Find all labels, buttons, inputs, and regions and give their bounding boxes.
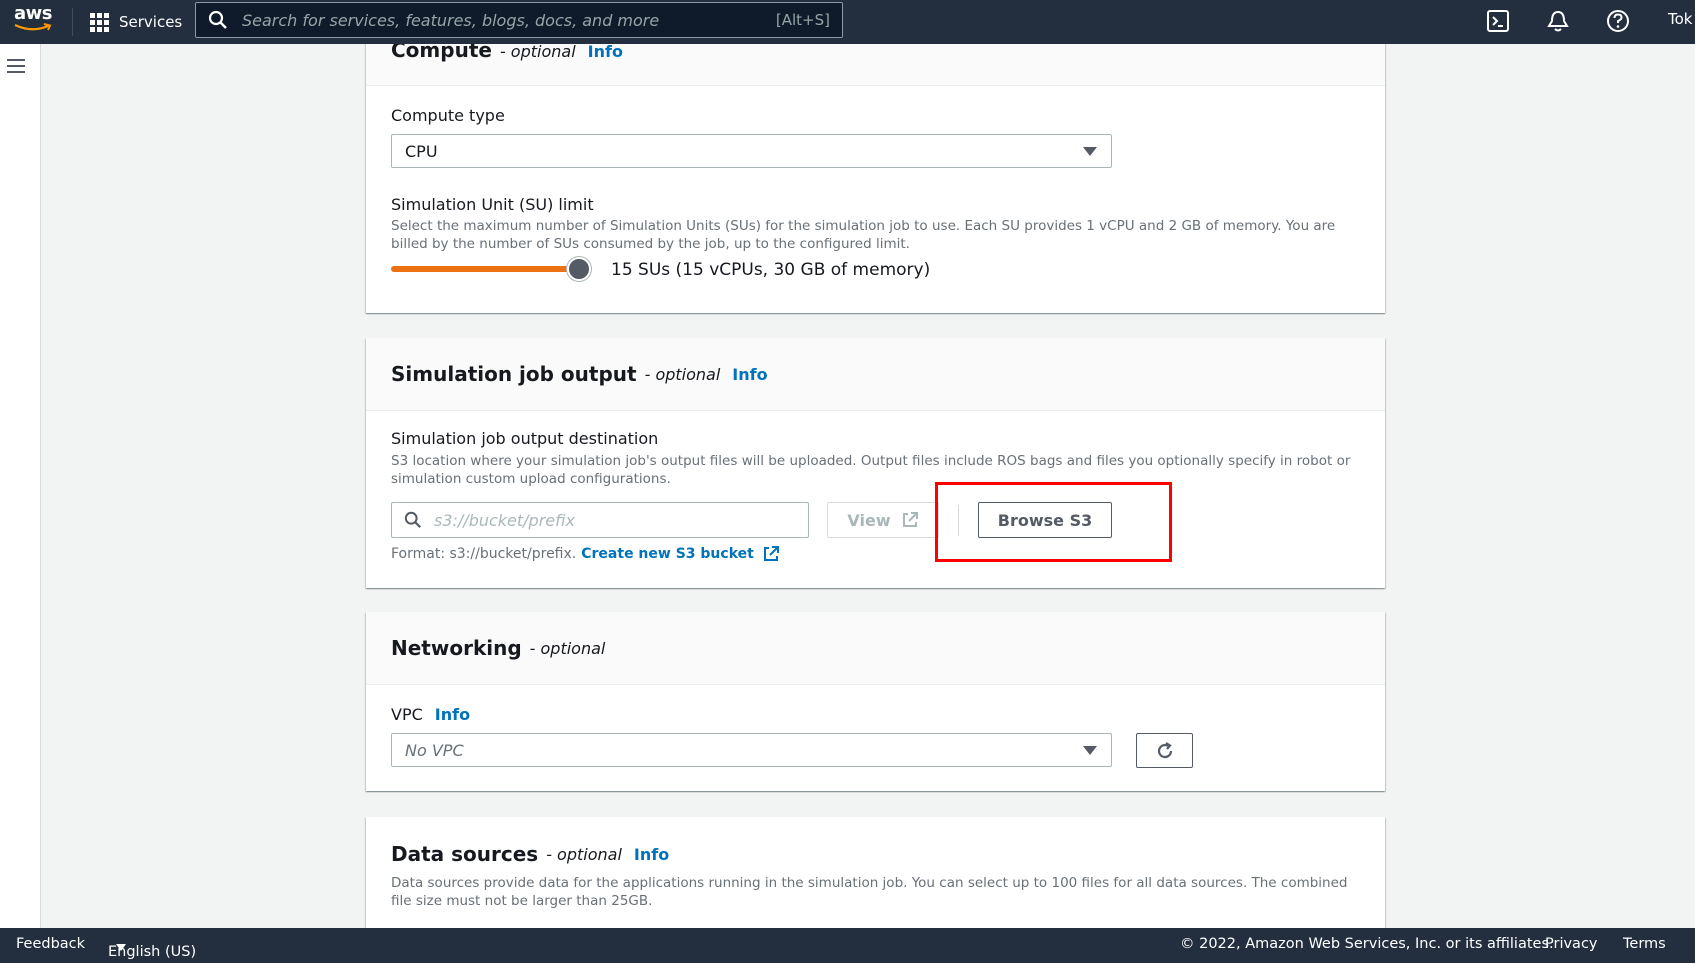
format-hint: Format: s3://bucket/prefix. Create new S… <box>391 545 780 563</box>
su-limit-value: 15 SUs (15 vCPUs, 30 GB of memory) <box>611 260 931 280</box>
global-search-input[interactable]: Search for services, features, blogs, do… <box>195 2 843 38</box>
search-placeholder: Search for services, features, blogs, do… <box>242 10 660 30</box>
search-icon <box>208 10 227 29</box>
compute-container: Compute - optional Info Compute type CPU… <box>366 36 1385 313</box>
nav-divider <box>72 8 73 36</box>
services-label: Services <box>119 13 183 31</box>
caret-down-icon <box>1083 146 1097 156</box>
menu-icon[interactable] <box>7 59 25 73</box>
create-s3-bucket-link[interactable]: Create new S3 bucket <box>581 546 754 562</box>
compute-optional: - optional <box>499 42 576 61</box>
terms-link[interactable]: Terms <box>1623 936 1666 952</box>
data-sources-container: Data sources - optional Info Data source… <box>366 817 1385 928</box>
output-destination-label: Simulation job output destination <box>391 429 659 448</box>
refresh-vpc-button[interactable] <box>1136 733 1193 768</box>
vpc-info-link[interactable]: Info <box>435 705 470 724</box>
output-header: Simulation job output - optional Info <box>366 338 1385 411</box>
compute-type-value: CPU <box>405 141 438 161</box>
data-sources-header: Data sources - optional Info <box>391 842 669 866</box>
footer: Feedback English (US) © 2022, Amazon Web… <box>0 928 1695 963</box>
data-sources-optional: - optional <box>546 844 622 864</box>
refresh-icon <box>1157 741 1172 758</box>
networking-title: Networking <box>391 636 522 660</box>
aws-logo[interactable]: aws <box>14 5 54 35</box>
services-menu-button[interactable]: Services <box>90 9 182 35</box>
networking-header: Networking - optional <box>366 612 1385 685</box>
su-limit-label: Simulation Unit (SU) limit <box>391 195 594 214</box>
region-selector[interactable]: Tok <box>1668 10 1692 28</box>
search-shortcut: [Alt+S] <box>775 11 830 29</box>
networking-optional: - optional <box>529 638 606 658</box>
vpc-select[interactable]: No VPC <box>391 733 1112 767</box>
data-sources-description: Data sources provide data for the applic… <box>391 875 1348 909</box>
output-info-link[interactable]: Info <box>732 365 767 384</box>
notifications-bell-icon[interactable] <box>1545 8 1571 34</box>
output-title: Simulation job output <box>391 362 637 386</box>
output-destination-description: S3 location where your simulation job's … <box>391 453 1351 487</box>
search-icon <box>404 511 421 528</box>
caret-down-icon <box>1083 745 1097 755</box>
s3-input-placeholder: s3://bucket/prefix <box>434 510 575 530</box>
caret-down-icon <box>116 944 126 951</box>
vpc-label: VPC <box>391 705 423 724</box>
slider-track-fill <box>391 266 579 272</box>
su-limit-description: Select the maximum number of Simulation … <box>391 218 1336 252</box>
highlight-box <box>935 482 1172 562</box>
aws-smile-icon <box>14 23 52 31</box>
top-navigation: aws Services Search for services, featur… <box>0 0 1695 44</box>
data-sources-title: Data sources <box>391 842 539 866</box>
s3-destination-input[interactable]: s3://bucket/prefix <box>391 502 809 538</box>
vpc-label-row: VPC Info <box>391 705 470 724</box>
output-container: Simulation job output - optional Info Si… <box>366 338 1385 588</box>
side-navigation-collapsed <box>0 44 41 928</box>
feedback-link[interactable]: Feedback <box>16 936 85 952</box>
grid-icon <box>90 12 109 32</box>
cloudshell-icon[interactable] <box>1485 8 1511 34</box>
view-button-label: View <box>847 510 891 530</box>
external-link-icon <box>763 546 779 561</box>
format-hint-text: Format: s3://bucket/prefix. <box>391 546 577 562</box>
networking-container: Networking - optional VPC Info No VPC <box>366 612 1385 791</box>
aws-logo-text: aws <box>14 3 53 24</box>
output-optional: - optional <box>644 364 721 384</box>
privacy-link[interactable]: Privacy <box>1545 936 1598 952</box>
view-button[interactable]: View <box>827 502 939 538</box>
copyright-text: © 2022, Amazon Web Services, Inc. or its… <box>1180 936 1554 952</box>
compute-type-select[interactable]: CPU <box>391 134 1112 168</box>
slider-thumb[interactable] <box>567 257 591 281</box>
vpc-placeholder: No VPC <box>405 740 464 760</box>
compute-info-link[interactable]: Info <box>588 42 623 61</box>
help-icon[interactable] <box>1605 8 1631 34</box>
data-sources-info-link[interactable]: Info <box>634 845 669 864</box>
external-link-icon <box>902 512 918 527</box>
compute-type-label: Compute type <box>391 106 505 125</box>
su-limit-slider[interactable] <box>391 256 591 282</box>
